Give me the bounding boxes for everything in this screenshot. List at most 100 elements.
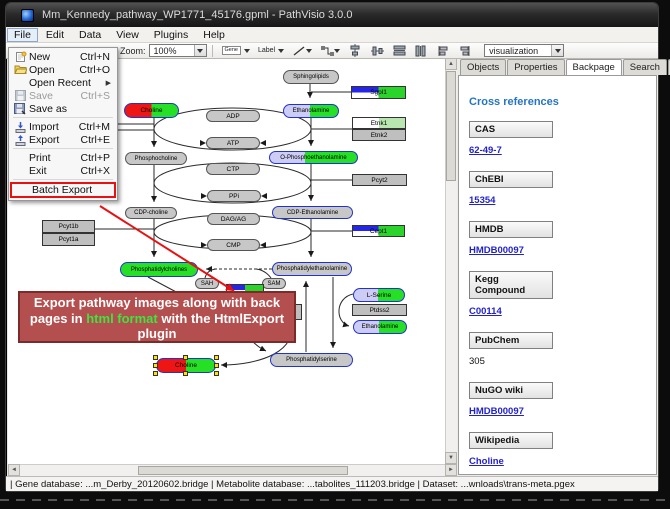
pathway-node-etnk2[interactable]: Etnk2: [352, 129, 406, 141]
menu-data[interactable]: Data: [72, 28, 108, 42]
pathway-node-cept1[interactable]: Cept1: [352, 225, 405, 237]
pathway-node-ptdss2[interactable]: Ptdss2: [352, 304, 407, 316]
tab-backpage[interactable]: Backpage: [566, 59, 622, 76]
scroll-right-icon[interactable]: ►: [445, 464, 457, 476]
scroll-left-icon[interactable]: ◄: [8, 464, 20, 476]
zoom-dropdown-arrow-icon[interactable]: [194, 45, 206, 56]
xref-link[interactable]: 62-49-7: [469, 145, 502, 156]
xref-link[interactable]: 15354: [469, 195, 495, 206]
file-menu-item-export[interactable]: ExportCtrl+E: [9, 133, 117, 146]
distribute-vertical-button[interactable]: [412, 44, 430, 57]
line-tool-button[interactable]: [290, 44, 314, 57]
menu-file[interactable]: File: [7, 28, 38, 42]
selection-handle[interactable]: [153, 371, 158, 376]
pathway-node-phosphatidylserine[interactable]: Phosphatidylserine: [270, 353, 353, 367]
menu-view[interactable]: View: [109, 28, 146, 42]
selection-handle[interactable]: [183, 371, 188, 376]
pathway-node-label: Choline: [140, 107, 162, 114]
pathway-node-sphingolipids[interactable]: Sphingolipids: [283, 70, 339, 84]
distribute-horizontal-button[interactable]: [390, 44, 408, 57]
pathway-node-sah[interactable]: SAH: [195, 278, 219, 289]
file-menu-item-save[interactable]: SaveCtrl+S: [9, 89, 117, 102]
selection-handle[interactable]: [153, 355, 158, 360]
selection-handle[interactable]: [183, 355, 188, 360]
chevron-down-icon[interactable]: [334, 49, 340, 53]
pathway-node-choline-selected[interactable]: Choline: [156, 358, 216, 373]
pathway-node-dag[interactable]: DAG/AG: [207, 213, 260, 225]
align-right-button[interactable]: [456, 44, 474, 57]
tab-properties[interactable]: Properties: [507, 59, 564, 75]
xref-link[interactable]: C00114: [469, 306, 502, 317]
connector-tool-button[interactable]: [318, 44, 342, 57]
chevron-down-icon[interactable]: [278, 49, 284, 53]
pathway-node-pcyt2[interactable]: Pcyt2: [352, 174, 407, 186]
pathway-node-sgpl1[interactable]: Sgpl1: [351, 86, 406, 99]
canvas-vertical-scrollbar[interactable]: ▲ ▼: [445, 58, 457, 464]
xref-section-title: CAS: [469, 121, 553, 138]
datanode-tool-button[interactable]: Gene: [220, 44, 252, 57]
pathway-node-o-phosphoethanolamine[interactable]: O-Phosphoethanolamine: [269, 151, 358, 164]
pathway-node-cdp-ethanolamine[interactable]: CDP-Ethanolamine: [272, 206, 353, 219]
xref-link[interactable]: HMDB00097: [469, 406, 524, 417]
pathway-node-choline-top[interactable]: Choline: [124, 103, 179, 118]
menu-item-label: Save as: [29, 103, 67, 115]
xref-section-title: Wikipedia: [469, 432, 553, 449]
sidebar: ObjectsPropertiesBackpageSearchLegend Cr…: [457, 58, 658, 476]
file-menu-item-new[interactable]: NewCtrl+N: [9, 50, 117, 63]
vertical-scroll-thumb[interactable]: [446, 71, 456, 181]
pathway-node-phosphatidylcholines[interactable]: Phosphatidylcholines: [120, 262, 198, 277]
pathway-node-label: Ethanolamine: [362, 324, 399, 330]
selection-handle[interactable]: [214, 363, 219, 368]
align-right-icon: [458, 44, 472, 57]
pathway-node-ethanolamine-bottom[interactable]: Ethanolamine: [353, 320, 407, 334]
pathway-node-atp[interactable]: ATP: [206, 137, 260, 149]
menu-item-shortcut: Ctrl+X: [81, 165, 113, 177]
xref-section-title: Kegg Compound: [469, 271, 553, 299]
tab-search[interactable]: Search: [623, 59, 667, 75]
scroll-down-icon[interactable]: ▼: [445, 452, 457, 464]
horizontal-scroll-thumb[interactable]: [138, 466, 348, 475]
pathway-node-cdp-choline[interactable]: CDP-choline: [125, 207, 177, 219]
pathway-node-pcyt1a[interactable]: Pcyt1a: [42, 233, 95, 246]
file-menu-item-open-recent[interactable]: Open Recent▶: [9, 76, 117, 89]
pathway-node-ethanolamine-top[interactable]: Ethanolamine: [283, 104, 339, 118]
tab-objects[interactable]: Objects: [460, 59, 506, 75]
pathway-node-ppi[interactable]: PPi: [207, 190, 261, 202]
pathway-node-etnk1[interactable]: Etnk1: [352, 117, 406, 129]
visualization-combobox[interactable]: visualization: [484, 44, 564, 57]
file-menu-item-open[interactable]: OpenCtrl+O: [9, 63, 117, 76]
selection-handle[interactable]: [214, 371, 219, 376]
pathway-node-ctp[interactable]: CTP: [206, 163, 260, 175]
xref-link[interactable]: Choline: [469, 456, 504, 467]
align-center-x-button[interactable]: [346, 44, 364, 57]
canvas-horizontal-scrollbar[interactable]: ◄ ►: [8, 464, 457, 476]
menu-plugins[interactable]: Plugins: [147, 28, 195, 42]
pathway-node-cmp[interactable]: CMP: [207, 239, 260, 251]
scroll-up-icon[interactable]: ▲: [445, 58, 457, 70]
xref-link[interactable]: HMDB00097: [469, 245, 524, 256]
chevron-down-icon[interactable]: [306, 49, 312, 53]
file-menu-item-batch-export[interactable]: Batch Export: [10, 182, 116, 198]
align-left-button[interactable]: [434, 44, 452, 57]
file-menu-item-print[interactable]: PrintCtrl+P: [9, 151, 117, 164]
selection-handle[interactable]: [153, 363, 158, 368]
pathway-node-sam[interactable]: SAM: [262, 278, 286, 289]
pathway-node-phosphocholine[interactable]: Phosphocholine: [125, 152, 187, 165]
file-menu-item-exit[interactable]: ExitCtrl+X: [9, 164, 117, 177]
menu-edit[interactable]: Edit: [39, 28, 71, 42]
pathway-node-label: CDP-choline: [134, 210, 168, 216]
pathway-node-adp[interactable]: ADP: [206, 110, 260, 122]
pathway-node-l-serine[interactable]: L-Serine: [353, 288, 405, 302]
chevron-down-icon[interactable]: [244, 49, 250, 53]
pathway-node-pcyt1b[interactable]: Pcyt1b: [42, 220, 95, 233]
selection-handle[interactable]: [214, 355, 219, 360]
menu-help[interactable]: Help: [196, 28, 232, 42]
sidebar-tabs: ObjectsPropertiesBackpageSearchLegend: [457, 58, 658, 75]
align-center-y-button[interactable]: [368, 44, 386, 57]
label-tool-button[interactable]: Label: [256, 44, 286, 57]
file-menu-item-save-as[interactable]: Save as: [9, 102, 117, 115]
zoom-combobox[interactable]: 100%: [149, 44, 207, 57]
visualization-dropdown-arrow-icon[interactable]: [551, 45, 563, 56]
pathway-node-phosphatidylethanolamine[interactable]: Phosphatidylethanolamine: [272, 262, 352, 276]
file-menu-item-import[interactable]: ImportCtrl+M: [9, 120, 117, 133]
